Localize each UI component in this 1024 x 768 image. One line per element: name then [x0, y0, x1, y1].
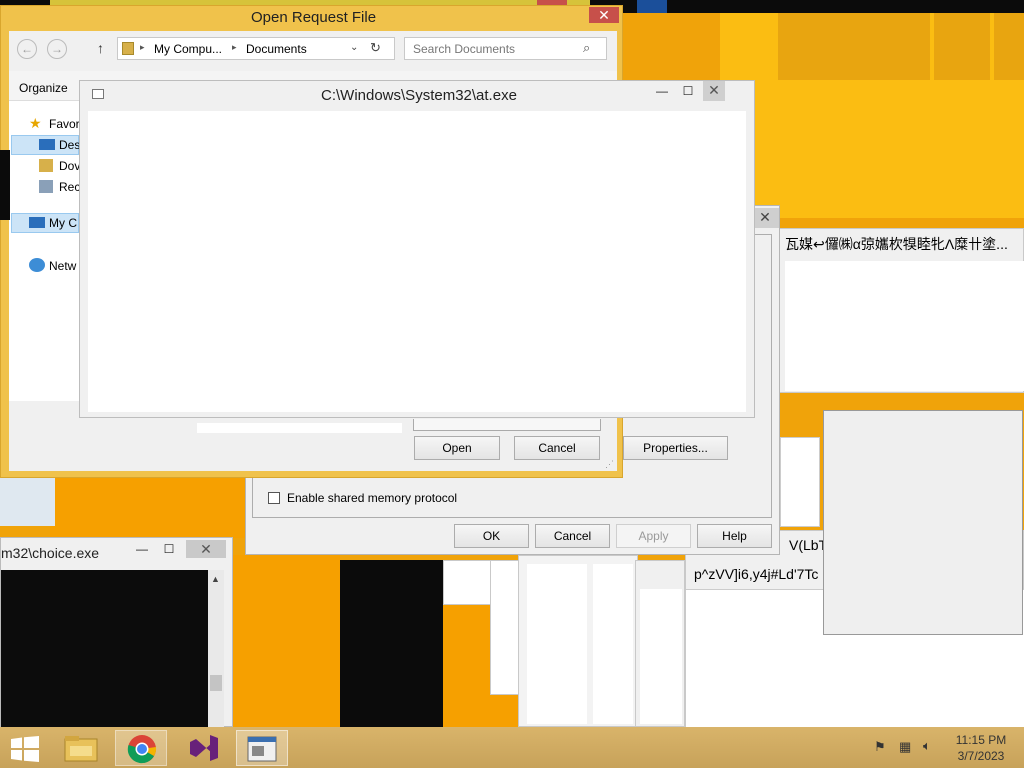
background-close-button: [637, 0, 667, 13]
start-icon: [11, 736, 39, 762]
chevron-right-icon: ▸: [140, 42, 145, 52]
help-button[interactable]: Help: [697, 524, 772, 548]
background-dark-edge: [0, 150, 10, 220]
organize-menu[interactable]: Organize: [19, 81, 68, 95]
window-app-icon: [247, 736, 277, 762]
garbled-content: [785, 261, 1024, 391]
search-placeholder: Search Documents: [413, 42, 516, 56]
window-title: Open Request File: [251, 9, 377, 26]
nav-item-computer[interactable]: My C: [49, 216, 77, 230]
window-app-icon: [92, 89, 104, 99]
maximize-button[interactable]: ☐: [161, 542, 177, 556]
garbled-text: 瓦媒↩儸㈱α弶孈杴犑睦牝Λ糜卄塗...: [785, 236, 1008, 252]
background-orange-block: [50, 478, 250, 538]
nav-item-desktop[interactable]: Des: [59, 138, 80, 152]
nav-item-downloads[interactable]: Dov: [59, 159, 80, 173]
action-center-flag-icon[interactable]: ⚑: [874, 739, 886, 755]
background-tile-row: [778, 13, 1024, 80]
fragment-pane: [640, 589, 682, 724]
resize-grip-icon[interactable]: ⋰: [605, 459, 614, 470]
clock[interactable]: 11:15 PM 3/7/2023: [945, 733, 1017, 763]
taskbar-window-app[interactable]: [236, 730, 288, 766]
nav-item-favorites[interactable]: Favor: [49, 117, 80, 131]
chrome-icon: [127, 735, 157, 764]
apply-button[interactable]: Apply: [616, 524, 691, 548]
tile-gap: [990, 13, 994, 80]
fragment-pane: [527, 564, 587, 724]
file-name-field[interactable]: [197, 423, 402, 433]
maximize-button[interactable]: ☐: [680, 84, 696, 98]
console-area: [88, 111, 746, 412]
background-orange-block: [230, 555, 340, 727]
shared-memory-checkbox[interactable]: [268, 492, 280, 504]
close-button[interactable]: ✕: [751, 208, 779, 228]
close-button[interactable]: ✕: [703, 81, 725, 101]
taskbar-file-explorer[interactable]: [55, 730, 107, 766]
window-fragment: [443, 560, 493, 605]
search-icon[interactable]: ⌕: [583, 40, 590, 56]
taskbar-chrome[interactable]: [115, 730, 167, 766]
downloads-icon: [39, 159, 53, 172]
properties-button[interactable]: Properties...: [623, 436, 728, 460]
navigation-pane: ★ Favor Des Dov Rec My C Netw: [9, 101, 80, 401]
breadcrumb-item[interactable]: My Compu...: [154, 42, 222, 56]
desktop-icon: [39, 139, 55, 150]
visual-studio-icon: [190, 735, 218, 761]
chevron-down-icon[interactable]: ⌄: [350, 42, 358, 53]
window-title: C:\Windows\System32\at.exe: [321, 87, 517, 104]
clock-date: 3/7/2023: [957, 749, 1005, 763]
address-bar[interactable]: ▸ My Compu... ▸ Documents ⌄ ↻: [117, 37, 395, 60]
fragment-pane: [593, 564, 633, 724]
up-arrow-icon[interactable]: ↑: [97, 40, 104, 56]
cancel-button[interactable]: Cancel: [535, 524, 610, 548]
cancel-button[interactable]: Cancel: [514, 436, 600, 460]
refresh-icon[interactable]: ↻: [370, 40, 381, 56]
close-button[interactable]: ✕: [589, 7, 619, 23]
network-status-icon[interactable]: ▦: [899, 739, 911, 755]
star-icon: ★: [29, 115, 42, 131]
window-fragment: [635, 560, 685, 727]
window-fragment: [780, 437, 820, 527]
volume-icon[interactable]: 🔈︎: [923, 738, 931, 754]
network-icon: [29, 258, 45, 272]
scrollbar[interactable]: ▲: [208, 570, 224, 728]
breadcrumb-item[interactable]: Documents: [246, 42, 307, 56]
clock-time: 11:15 PM: [955, 733, 1007, 747]
console-black-block: [340, 560, 443, 727]
recent-places-icon: [39, 180, 53, 193]
garbled-window: 瓦媒↩儸㈱α弶孈杴犑睦牝Λ糜卄塗...: [778, 228, 1024, 393]
nav-item-network[interactable]: Netw: [49, 259, 76, 273]
blank-popup-window: [823, 410, 1023, 635]
window-title: m32\choice.exe: [1, 545, 100, 561]
background-pale-block: [0, 478, 55, 526]
tile-gap: [930, 13, 934, 80]
chevron-right-icon: ▸: [232, 42, 237, 52]
ok-button[interactable]: OK: [454, 524, 529, 548]
nav-item-recent[interactable]: Rec: [59, 180, 80, 194]
at-exe-window: C:\Windows\System32\at.exe — ☐ ✕: [79, 80, 755, 418]
console-area: [1, 570, 208, 728]
scroll-up-icon[interactable]: ▲: [211, 574, 220, 584]
window-text: p^zVV]i6,y4j#Ld'7Tc: [694, 566, 819, 582]
start-button[interactable]: [0, 730, 52, 766]
file-explorer-icon: [64, 736, 98, 762]
taskbar: ⚑ ▦ 🔈︎ 11:15 PM 3/7/2023: [0, 727, 1024, 768]
forward-button[interactable]: →: [47, 39, 67, 59]
shared-memory-label: Enable shared memory protocol: [287, 491, 458, 505]
folder-icon: [122, 42, 134, 55]
scroll-thumb[interactable]: [210, 675, 222, 691]
open-button[interactable]: Open: [414, 436, 500, 460]
close-button[interactable]: ✕: [186, 540, 226, 558]
computer-icon: [29, 217, 45, 228]
file-type-dropdown[interactable]: [413, 419, 601, 431]
window-fragment: [518, 555, 638, 727]
minimize-button[interactable]: —: [134, 542, 150, 556]
back-button[interactable]: ←: [17, 39, 37, 59]
search-input[interactable]: Search Documents ⌕: [404, 37, 607, 60]
choice-exe-window: m32\choice.exe — ☐ ✕ ▲: [0, 537, 233, 728]
minimize-button[interactable]: —: [654, 84, 670, 98]
taskbar-visual-studio[interactable]: [178, 730, 230, 766]
